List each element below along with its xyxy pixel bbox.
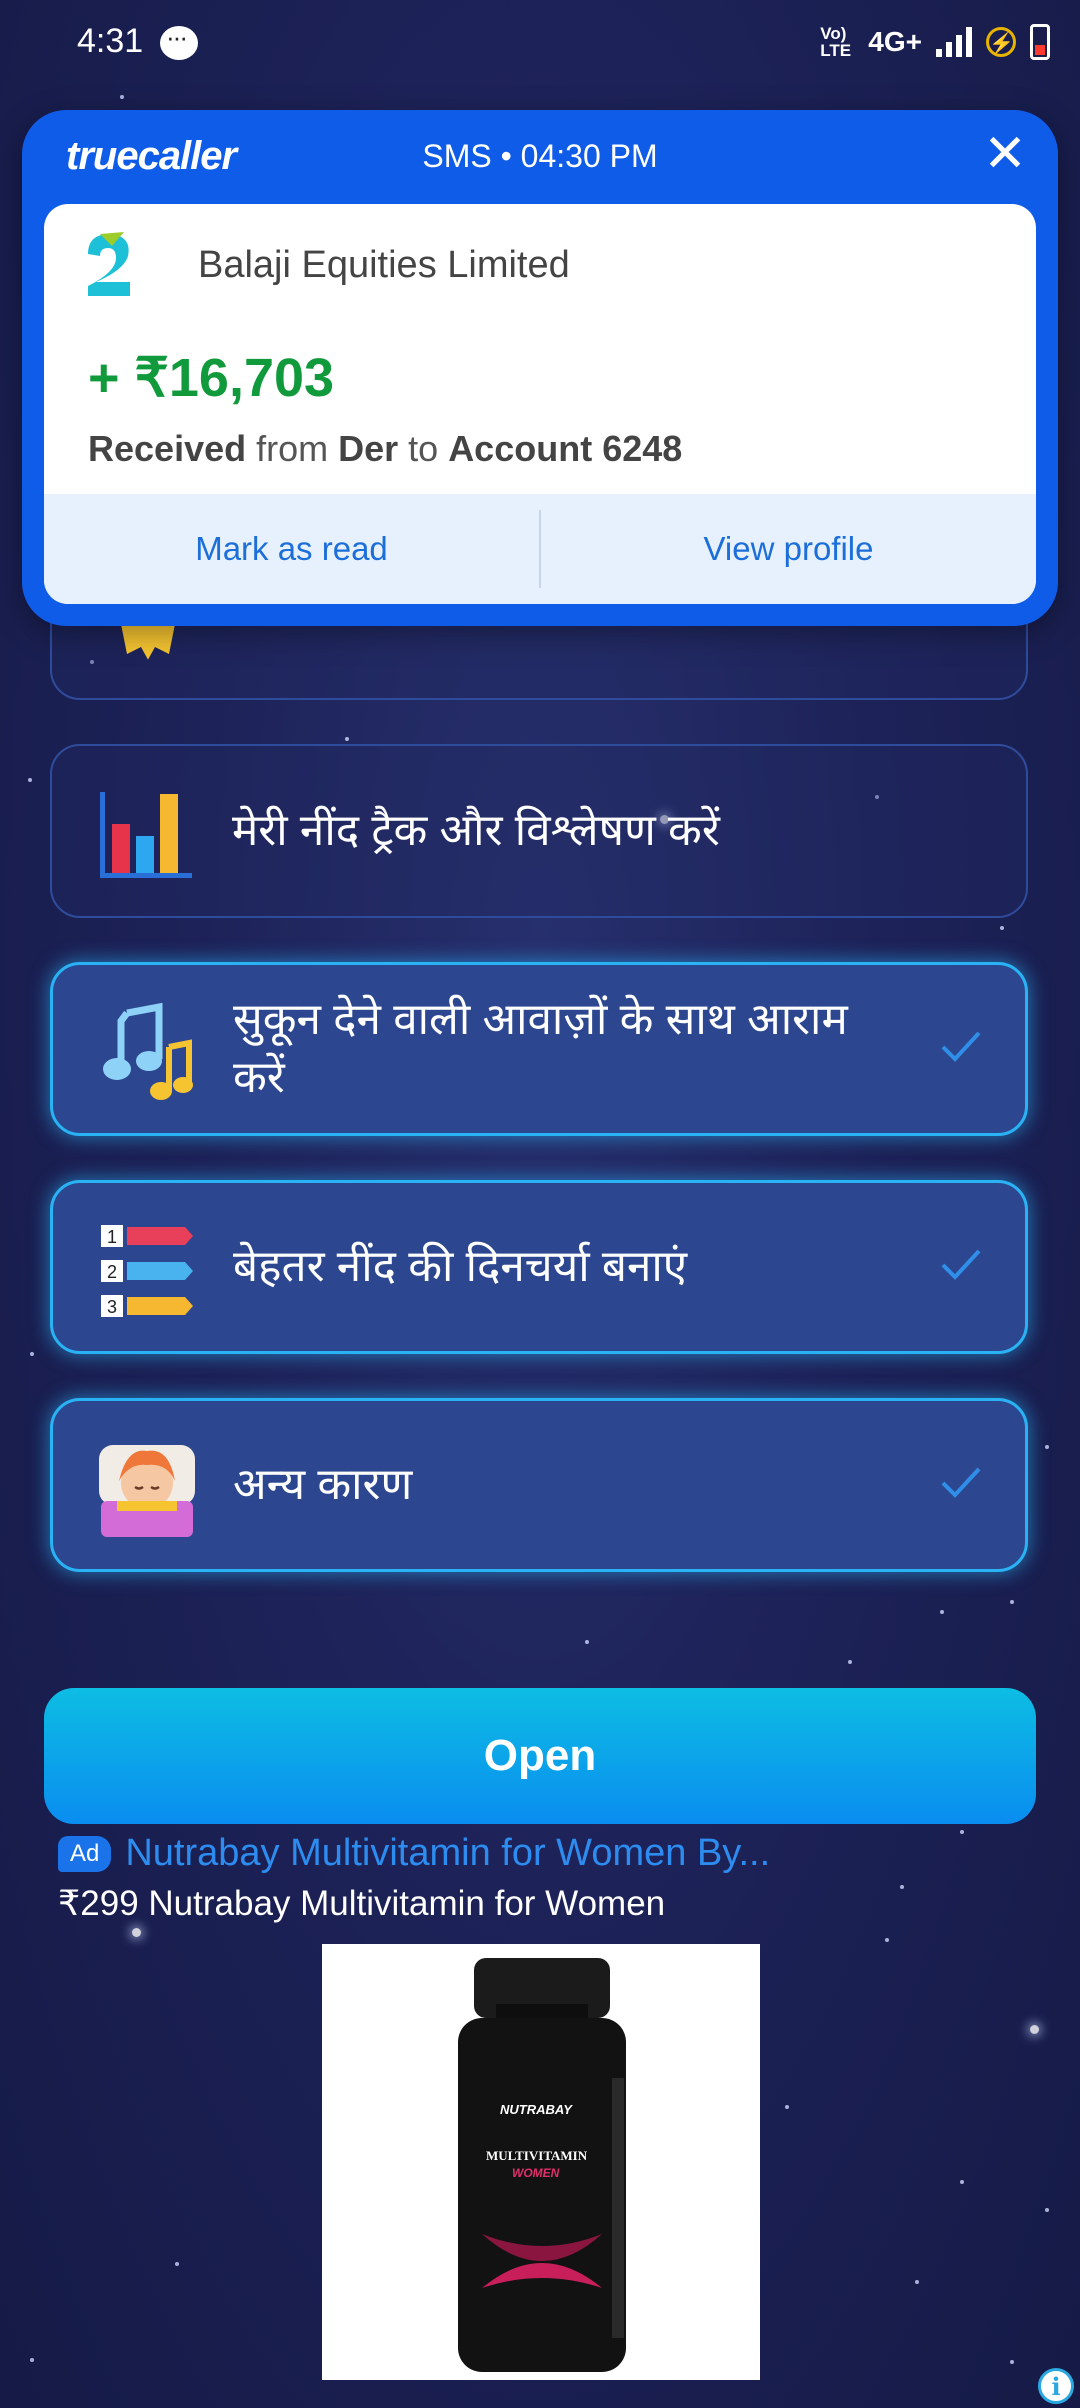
product-name: MULTIVITAMIN <box>486 2148 588 2163</box>
option-card-other-reason[interactable]: अन्य कारण <box>50 1398 1028 1572</box>
sender-logo-icon <box>88 232 130 296</box>
status-bar: 4:31 Vo) LTE 4G+ ⚡ <box>0 0 1080 88</box>
option-label: सुकून देने वाली आवाज़ों के साथ आराम करें <box>233 995 848 1102</box>
notification-card[interactable]: Balaji Equities Limited + ₹16,703 Receiv… <box>44 204 1036 604</box>
notification-meta: SMS • 04:30 PM <box>422 138 658 174</box>
battery-icon <box>1030 24 1050 60</box>
sender-name: Balaji Equities Limited <box>198 244 570 286</box>
ad-badge: Ad <box>58 1835 112 1872</box>
checkmark-icon <box>941 1467 981 1498</box>
checkmark-icon <box>941 1249 981 1280</box>
data-saver-icon: ⚡ <box>986 27 1016 57</box>
music-notes-icon <box>103 1003 193 1100</box>
svg-text:2: 2 <box>107 1262 117 1282</box>
checkmark-icon <box>941 1031 981 1062</box>
volte-icon: Vo) LTE <box>820 24 852 60</box>
signal-icon <box>936 27 972 57</box>
truecaller-notification[interactable]: truecaller SMS • 04:30 PM ✕ Balaji Equit… <box>22 110 1058 626</box>
status-time: 4:31 <box>77 22 144 60</box>
ad-subtitle: ₹299 Nutrabay Multivitamin for Women <box>58 1884 666 1923</box>
bar-chart-icon <box>100 792 192 878</box>
ad-header[interactable]: Ad Nutrabay Multivitamin for Women By... <box>58 1832 770 1875</box>
product-bottle-image <box>458 1958 626 2372</box>
mark-as-read-button[interactable]: Mark as read <box>44 494 539 604</box>
option-label: अन्य कारण <box>233 1460 413 1509</box>
option-label: बेहतर नींद की दिनचर्या बनाएं <box>233 1242 688 1291</box>
ad-title[interactable]: Nutrabay Multivitamin for Women By... <box>125 1832 770 1875</box>
option-label: मेरी नींद ट्रैक और विश्लेषण करें <box>232 806 720 855</box>
message-icon <box>160 22 198 60</box>
svg-text:1: 1 <box>107 1227 117 1247</box>
notification-actions: Mark as read View profile <box>44 494 1036 604</box>
option-card-sleep-routine[interactable]: 1 2 3 बेहतर नींद की दिनचर्या बनाएं <box>50 1180 1028 1354</box>
product-variant: WOMEN <box>512 2166 560 2180</box>
option-card-relax-sounds[interactable]: सुकून देने वाली आवाज़ों के साथ आराम करें <box>50 962 1028 1136</box>
view-profile-button[interactable]: View profile <box>541 494 1036 604</box>
ad-product-image[interactable]: NUTRABAY MULTIVITAMIN WOMEN <box>322 1944 760 2380</box>
svg-text:3: 3 <box>107 1297 117 1317</box>
network-type: 4G+ <box>868 26 922 57</box>
numbered-list-icon: 1 2 3 <box>101 1225 193 1317</box>
info-icon[interactable]: i <box>1038 2368 1074 2404</box>
transaction-amount: + ₹16,703 <box>88 348 335 408</box>
close-icon[interactable]: ✕ <box>980 128 1030 180</box>
product-brand: NUTRABAY <box>500 2102 572 2117</box>
option-card-track-sleep[interactable]: मेरी नींद ट्रैक और विश्लेषण करें <box>50 744 1028 918</box>
open-button[interactable]: Open <box>44 1688 1036 1824</box>
transaction-description: Received from Der to Account 6248 <box>88 428 683 469</box>
sleeping-person-icon <box>99 1445 195 1537</box>
